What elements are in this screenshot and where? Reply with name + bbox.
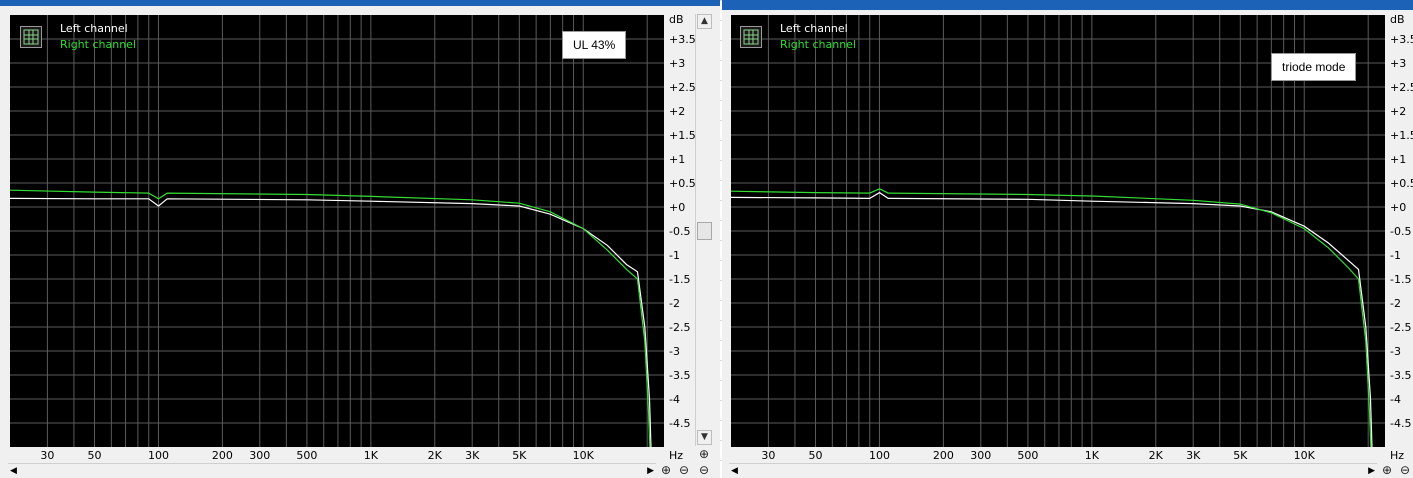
scroll-left-button[interactable]: ◀ bbox=[731, 464, 738, 478]
y-tick-label: +2.5 bbox=[1390, 81, 1413, 94]
scroll-right-button[interactable]: ▶ bbox=[647, 464, 654, 478]
legend-toggle-icon[interactable] bbox=[20, 26, 42, 48]
y-tick-label: -2.5 bbox=[669, 321, 690, 334]
x-tick-label: 100 bbox=[869, 449, 890, 462]
y-tick-label: +1 bbox=[1390, 153, 1406, 166]
zoom-in-icon[interactable]: ⊕ bbox=[1379, 463, 1395, 477]
y-tick-label: -4 bbox=[1390, 393, 1401, 406]
legend-left-channel: Left channel bbox=[60, 22, 128, 35]
horizontal-scrollbar[interactable]: ◀ ▶ bbox=[8, 463, 656, 478]
legend-right-channel: Right channel bbox=[780, 38, 856, 51]
analyzer-window-left: dB +3.5 +3 +2.5 +2 +1.5 +1 +0.5 +0 -0.5 -1 -1.5 -2 -2… bbox=[0, 0, 720, 478]
x-tick-label: 5K bbox=[1233, 449, 1248, 462]
y-tick-label: -1.5 bbox=[669, 273, 690, 286]
scroll-up-button[interactable]: ▲ bbox=[697, 14, 712, 29]
x-tick-label: 300 bbox=[970, 449, 991, 462]
x-tick-label: 30 bbox=[40, 449, 54, 462]
x-tick-label: 50 bbox=[88, 449, 102, 462]
zoom-out-icon[interactable]: ⊖ bbox=[1397, 463, 1413, 477]
y-tick-label: +3 bbox=[669, 57, 685, 70]
y-tick-label: +2 bbox=[1390, 105, 1406, 118]
scroll-left-button[interactable]: ◀ bbox=[10, 464, 17, 478]
y-tick-label: +3.5 bbox=[1390, 33, 1413, 46]
y-tick-label: +1 bbox=[669, 153, 685, 166]
x-tick-label: 200 bbox=[933, 449, 954, 462]
y-tick-label: +3.5 bbox=[669, 33, 696, 46]
y-axis-unit: dB bbox=[1390, 13, 1405, 26]
y-tick-label: -3.5 bbox=[1390, 369, 1411, 382]
y-tick-label: +0 bbox=[1390, 201, 1406, 214]
y-tick-label: -1.5 bbox=[1390, 273, 1411, 286]
y-tick-label: -0.5 bbox=[1390, 225, 1411, 238]
x-axis-unit: Hz bbox=[669, 449, 683, 462]
x-tick-label: 1K bbox=[364, 449, 379, 462]
x-tick-label: 10K bbox=[573, 449, 595, 462]
x-tick-label: 1K bbox=[1085, 449, 1100, 462]
zoom-in-icon[interactable]: ⊕ bbox=[696, 447, 712, 461]
x-tick-label: 5K bbox=[512, 449, 527, 462]
legend-right-channel: Right channel bbox=[60, 38, 136, 51]
x-axis-unit: Hz bbox=[1390, 449, 1404, 462]
x-tick-label: 2K bbox=[428, 449, 443, 462]
y-tick-label: -3 bbox=[669, 345, 680, 358]
scroll-thumb[interactable] bbox=[697, 222, 712, 240]
x-tick-label: 200 bbox=[212, 449, 233, 462]
y-tick-label: +3 bbox=[1390, 57, 1406, 70]
y-tick-label: -4 bbox=[669, 393, 680, 406]
y-tick-label: -2 bbox=[1390, 297, 1401, 310]
y-tick-label: -1 bbox=[669, 249, 680, 262]
y-tick-label: +0 bbox=[669, 201, 685, 214]
y-tick-label: -0.5 bbox=[669, 225, 690, 238]
x-tick-label: 10K bbox=[1294, 449, 1316, 462]
zoom-out-icon[interactable]: ⊖ bbox=[696, 463, 712, 477]
chart-annotation: triode mode bbox=[1271, 53, 1357, 81]
y-axis-unit: dB bbox=[669, 13, 684, 26]
scroll-down-button[interactable]: ▼ bbox=[697, 430, 712, 445]
y-tick-label: -4.5 bbox=[1390, 417, 1411, 430]
y-tick-label: +2.5 bbox=[669, 81, 696, 94]
scroll-right-button[interactable]: ▶ bbox=[1368, 464, 1375, 478]
y-tick-label: +0.5 bbox=[669, 177, 696, 190]
y-tick-label: +1.5 bbox=[1390, 129, 1413, 142]
legend-toggle-icon[interactable] bbox=[740, 26, 762, 48]
y-tick-label: -2.5 bbox=[1390, 321, 1411, 334]
y-tick-label: -2 bbox=[669, 297, 680, 310]
x-tick-label: 3K bbox=[465, 449, 480, 462]
y-tick-label: +1.5 bbox=[669, 129, 696, 142]
y-tick-label: +0.5 bbox=[1390, 177, 1413, 190]
zoom-in-icon[interactable]: ⊕ bbox=[658, 463, 674, 477]
x-tick-label: 2K bbox=[1149, 449, 1164, 462]
vertical-scrollbar[interactable]: ▲ ▼ bbox=[695, 14, 713, 446]
y-tick-label: +2 bbox=[669, 105, 685, 118]
x-tick-label: 30 bbox=[761, 449, 775, 462]
horizontal-scrollbar[interactable]: ◀ ▶ bbox=[729, 463, 1377, 478]
x-tick-label: 100 bbox=[148, 449, 169, 462]
analyzer-window-right: dB +3.5 +3 +2.5 +2 +1.5 +1 +0.5 +0 -0.5 -1 -1.5 -2 -2… bbox=[722, 0, 1413, 478]
y-tick-label: -1 bbox=[1390, 249, 1401, 262]
x-tick-label: 300 bbox=[249, 449, 270, 462]
legend-left-channel: Left channel bbox=[780, 22, 848, 35]
zoom-out-icon[interactable]: ⊖ bbox=[676, 463, 692, 477]
y-tick-label: -3.5 bbox=[669, 369, 690, 382]
x-tick-label: 50 bbox=[809, 449, 823, 462]
x-tick-label: 3K bbox=[1186, 449, 1201, 462]
y-tick-label: -3 bbox=[1390, 345, 1401, 358]
y-tick-label: -4.5 bbox=[669, 417, 690, 430]
chart-annotation: UL 43% bbox=[562, 31, 627, 59]
x-tick-label: 500 bbox=[296, 449, 317, 462]
x-tick-label: 500 bbox=[1017, 449, 1038, 462]
frequency-response-chart-left: dB +3.5 +3 +2.5 +2 +1.5 +1 +0.5 +0 -0.5 -1 -1.5 -2 -2… bbox=[10, 13, 696, 462]
